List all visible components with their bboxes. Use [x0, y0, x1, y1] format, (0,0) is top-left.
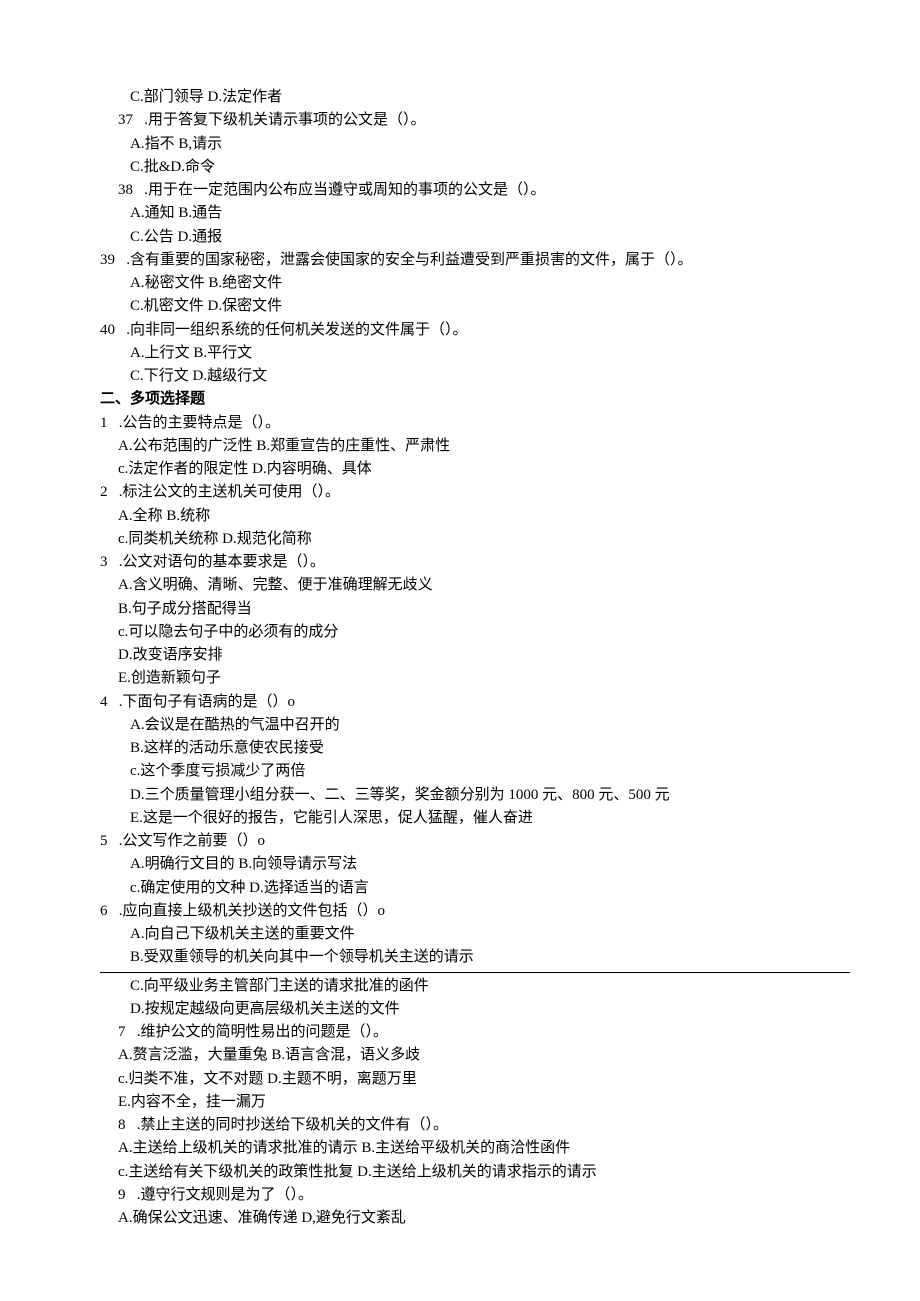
- text-line: A.通知 B.通告: [100, 202, 850, 225]
- text-line: c.法定作者的限定性 D.内容明确、具体: [100, 458, 850, 481]
- text-line: 2 .标注公文的主送机关可使用（）。: [100, 481, 850, 504]
- text-line: 40 .向非同一组织系统的任何机关发送的文件属于（）。: [100, 319, 850, 342]
- text-line: E.这是一个很好的报告，它能引人深思，促人猛醒，催人奋进: [100, 807, 850, 830]
- text-line: 38 .用于在一定范围内公布应当遵守或周知的事项的公文是（）。: [100, 179, 850, 202]
- text-line: D.三个质量管理小组分获一、二、三等奖，奖金额分别为 1000 元、800 元、…: [100, 784, 850, 807]
- text-line: A.全称 B.统称: [100, 505, 850, 528]
- text-line: E.创造新颖句子: [100, 667, 850, 690]
- text-line: B.这样的活动乐意使农民接受: [100, 737, 850, 760]
- section-heading: 二、多项选择题: [100, 388, 850, 411]
- text-line: c.同类机关统称 D.规范化简称: [100, 528, 850, 551]
- divider: [100, 972, 850, 973]
- text-line: c.归类不准，文不对题 D.主题不明，离题万里: [100, 1068, 850, 1091]
- text-line: 37 .用于答复下级机关请示事项的公文是（）。: [100, 109, 850, 132]
- text-line: A.确保公文迅速、准确传递 D,避免行文紊乱: [100, 1207, 850, 1230]
- text-line: C.下行文 D.越级行文: [100, 365, 850, 388]
- text-line: A.秘密文件 B.绝密文件: [100, 272, 850, 295]
- text-line: 8 .禁止主送的同时抄送给下级机关的文件有（）。: [100, 1114, 850, 1137]
- text-line: C.部门领导 D.法定作者: [100, 86, 850, 109]
- text-line: 39 .含有重要的国家秘密，泄露会使国家的安全与利益遭受到严重损害的文件，属于（…: [100, 249, 850, 272]
- text-line: D.按规定越级向更高层级机关主送的文件: [100, 998, 850, 1021]
- text-line: 5 .公文写作之前要（）o: [100, 830, 850, 853]
- text-line: C.向平级业务主管部门主送的请求批准的函件: [100, 975, 850, 998]
- text-line: A.赘言泛滥，大量重兔 B.语言含混，语义多歧: [100, 1044, 850, 1067]
- text-line: c.主送给有关下级机关的政策性批复 D.主送给上级机关的请求指示的请示: [100, 1161, 850, 1184]
- text-line: 6 .应向直接上级机关抄送的文件包括（）o: [100, 900, 850, 923]
- text-line: A.指不 B,请示: [100, 133, 850, 156]
- text-line: A.会议是在酷热的气温中召开的: [100, 714, 850, 737]
- text-line: D.改变语序安排: [100, 644, 850, 667]
- text-line: A.明确行文目的 B.向领导请示写法: [100, 853, 850, 876]
- text-line: 7 .维护公文的简明性易出的问题是（）。: [100, 1021, 850, 1044]
- text-line: 1 .公告的主要特点是（）。: [100, 412, 850, 435]
- text-line: E.内容不全，挂一漏万: [100, 1091, 850, 1114]
- text-line: C.批&D.命令: [100, 156, 850, 179]
- text-line: C.机密文件 D.保密文件: [100, 295, 850, 318]
- document-page: C.部门领导 D.法定作者37 .用于答复下级机关请示事项的公文是（）。A.指不…: [0, 0, 920, 1290]
- text-line: B.句子成分搭配得当: [100, 598, 850, 621]
- text-line: 3 .公文对语句的基本要求是（）。: [100, 551, 850, 574]
- text-line: c.可以隐去句子中的必须有的成分: [100, 621, 850, 644]
- text-line: c.确定使用的文种 D.选择适当的语言: [100, 877, 850, 900]
- text-line: 4 .下面句子有语病的是（）o: [100, 691, 850, 714]
- text-line: 9 .遵守行文规则是为了（）。: [100, 1184, 850, 1207]
- text-line: A.上行文 B.平行文: [100, 342, 850, 365]
- text-line: A.主送给上级机关的请求批准的请示 B.主送给平级机关的商洽性函件: [100, 1137, 850, 1160]
- text-line: A.向自己下级机关主送的重要文件: [100, 923, 850, 946]
- document-content: C.部门领导 D.法定作者37 .用于答复下级机关请示事项的公文是（）。A.指不…: [100, 86, 850, 1230]
- text-line: A.含义明确、清晰、完整、便于准确理解无歧义: [100, 574, 850, 597]
- text-line: C.公告 D.通报: [100, 226, 850, 249]
- text-line: A.公布范围的广泛性 B.郑重宣告的庄重性、严肃性: [100, 435, 850, 458]
- text-line: B.受双重领导的机关向其中一个领导机关主送的请示: [100, 946, 850, 969]
- text-line: c.这个季度亏损减少了两倍: [100, 760, 850, 783]
